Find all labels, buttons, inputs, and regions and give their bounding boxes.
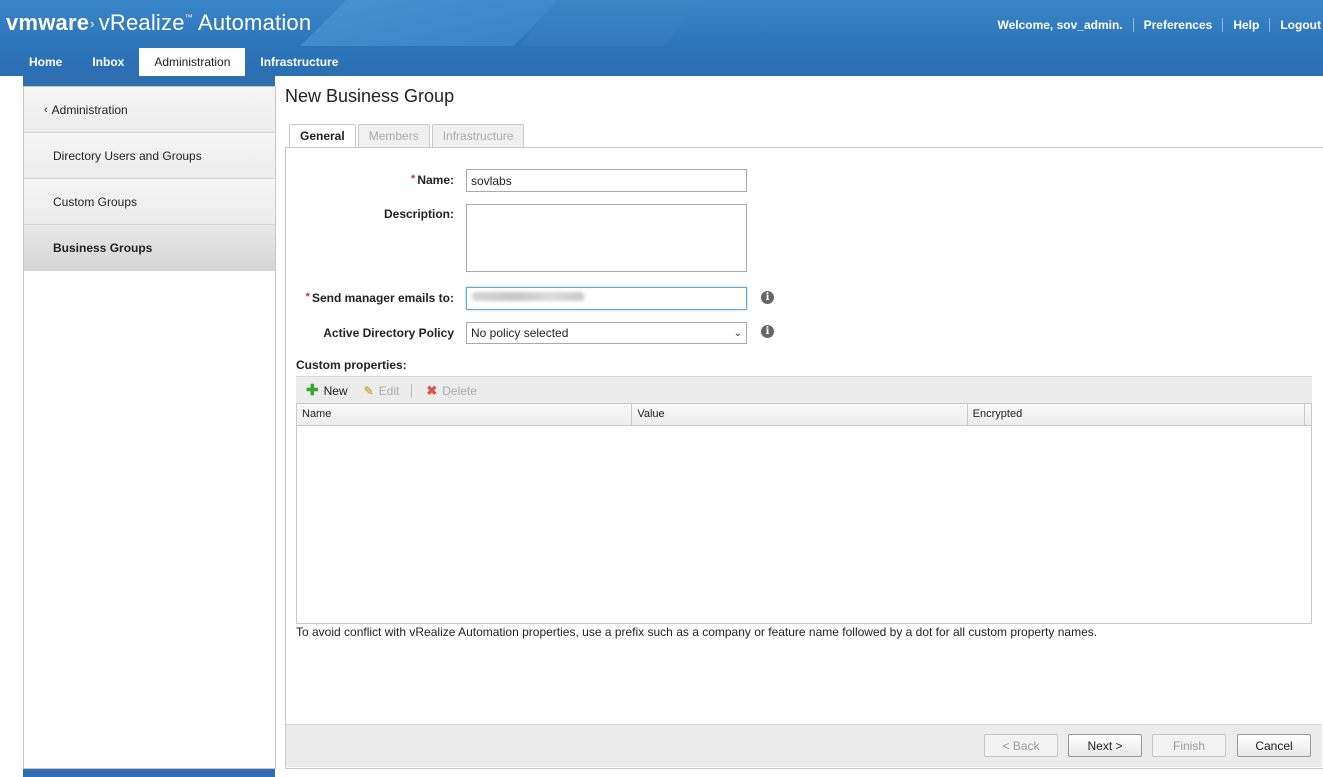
page-title: New Business Group <box>285 86 455 106</box>
wizard-tab-infrastructure[interactable]: Infrastructure <box>431 124 525 148</box>
edit-label: Edit <box>378 383 400 398</box>
sidebar-item-label: Custom Groups <box>53 194 138 209</box>
chevron-down-icon: ⌄ <box>733 328 742 339</box>
new-property-button[interactable]: ✚ New <box>306 381 348 399</box>
sidebar-back-label: Administration <box>51 102 128 117</box>
brand-product: vRealize <box>98 10 185 35</box>
brand-product-2: Automation <box>197 10 312 35</box>
column-header-overflow <box>1305 404 1311 425</box>
sidebar-back-administration[interactable]: ‹ Administration <box>24 87 275 133</box>
required-mark: * <box>411 173 416 185</box>
welcome-text: Welcome, sov_admin. <box>997 18 1123 32</box>
wizard-tab-members[interactable]: Members <box>357 124 430 148</box>
brand-vmware: vmware <box>6 10 90 35</box>
sidebar-item-directory-users[interactable]: Directory Users and Groups <box>24 133 275 179</box>
sidebar: ‹ Administration Directory Users and Gro… <box>23 86 276 769</box>
description-label: Description: <box>383 207 454 221</box>
info-icon[interactable]: i <box>761 291 774 304</box>
name-label-text: Name: <box>417 173 454 187</box>
name-input[interactable] <box>466 169 747 192</box>
logout-link[interactable]: Logout <box>1270 18 1323 32</box>
tab-infrastructure[interactable]: Infrastructure <box>245 48 353 76</box>
ad-policy-select[interactable]: No policy selected ⌄ <box>466 322 747 344</box>
cancel-button[interactable]: Cancel <box>1237 734 1311 757</box>
custom-properties-toolbar: ✚ New ✎ Edit ✖ Delete <box>296 376 1312 404</box>
preferences-link[interactable]: Preferences <box>1134 18 1223 32</box>
toolbar-divider <box>411 383 413 398</box>
tab-administration[interactable]: Administration <box>139 48 246 76</box>
user-nav: Welcome, sov_admin. Preferences Help Log… <box>987 17 1323 33</box>
ad-policy-label: Active Directory Policy <box>323 326 454 340</box>
vmware-logo: vmware› vRealize™ Automation <box>6 10 311 36</box>
info-icon[interactable]: i <box>761 325 774 338</box>
custom-properties-note: To avoid conflict with vRealize Automati… <box>296 625 1098 639</box>
back-button[interactable]: < Back <box>984 734 1058 757</box>
sidebar-item-custom-groups[interactable]: Custom Groups <box>24 179 275 225</box>
delete-property-button[interactable]: ✖ Delete <box>426 384 477 398</box>
main-tabs: Home Inbox Administration Infrastructure <box>14 48 353 76</box>
wizard-footer: < Back Next > Finish Cancel <box>286 724 1322 767</box>
pencil-icon: ✎ <box>363 383 374 398</box>
required-mark: * <box>305 291 310 303</box>
logo-chevron-icon: › <box>90 16 95 31</box>
edit-property-button[interactable]: ✎ Edit <box>364 384 400 398</box>
column-header-name[interactable]: Name <box>297 404 633 425</box>
top-header: vmware› vRealize™ Automation Welcome, sov… <box>0 0 1323 76</box>
delete-label: Delete <box>442 383 477 398</box>
column-header-value[interactable]: Value <box>632 404 968 425</box>
description-textarea[interactable] <box>466 204 747 272</box>
column-header-encrypted[interactable]: Encrypted <box>968 404 1305 425</box>
next-button[interactable]: Next > <box>1068 734 1142 757</box>
ad-policy-value: No policy selected <box>471 326 569 340</box>
add-icon: ✚ <box>306 381 319 399</box>
grid-header: Name Value Encrypted <box>297 403 1311 426</box>
brand-tm: ™ <box>184 13 193 22</box>
finish-button[interactable]: Finish <box>1152 734 1226 757</box>
custom-properties-grid[interactable]: Name Value Encrypted <box>296 403 1312 624</box>
name-label: * Name: <box>300 173 454 187</box>
redacted-email <box>472 292 584 301</box>
sidebar-item-label: Directory Users and Groups <box>53 148 202 163</box>
tab-home[interactable]: Home <box>14 48 77 76</box>
sidebar-item-business-groups[interactable]: Business Groups <box>24 225 275 271</box>
custom-properties-label: Custom properties: <box>296 358 407 372</box>
header-decoration <box>300 0 560 46</box>
sidebar-item-label: Business Groups <box>53 240 153 255</box>
chevron-left-icon: ‹ <box>44 103 48 116</box>
manager-email-label-text: Send manager emails to: <box>311 291 454 305</box>
new-label: New <box>323 383 348 398</box>
wizard-tabs: General Members Infrastructure <box>289 124 526 149</box>
content-margin <box>0 76 23 777</box>
tab-inbox[interactable]: Inbox <box>77 48 139 76</box>
manager-email-label: * Send manager emails to: <box>290 291 454 305</box>
delete-x-icon: ✖ <box>426 382 438 398</box>
help-link[interactable]: Help <box>1223 18 1269 32</box>
wizard-tab-general[interactable]: General <box>289 124 356 149</box>
